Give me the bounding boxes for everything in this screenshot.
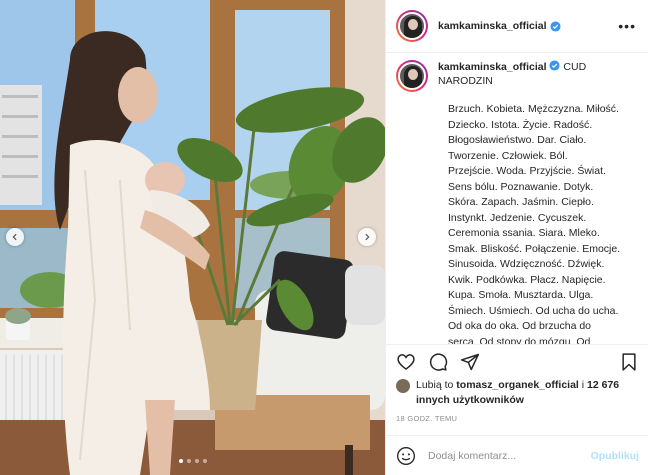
- avatar[interactable]: [396, 10, 428, 42]
- more-options-button[interactable]: •••: [616, 16, 638, 36]
- share-icon[interactable]: [460, 352, 480, 372]
- comment-bar: Opublikuj: [386, 435, 648, 475]
- action-bar: [386, 344, 648, 378]
- liker-avatar[interactable]: [396, 379, 410, 393]
- bookmark-icon[interactable]: [619, 352, 639, 372]
- likes-text: Lubią to tomasz_organek_official i 12 67…: [416, 378, 641, 408]
- next-photo-button[interactable]: [358, 228, 376, 246]
- photo-scene: [0, 0, 385, 475]
- post-timestamp[interactable]: 18 GODZ. TEMU: [396, 414, 457, 423]
- liker-username[interactable]: tomasz_organek_official: [456, 379, 579, 391]
- chevron-right-icon: [365, 233, 370, 241]
- post-side-panel: kamkaminska_official ••• kamkaminska_off…: [385, 0, 648, 475]
- heart-icon[interactable]: [396, 352, 416, 372]
- likes-prefix: Lubią to: [416, 379, 457, 391]
- verified-badge-icon: [549, 60, 561, 71]
- caption-section[interactable]: kamkaminska_official CUD NARODZIN Brzuch…: [386, 54, 648, 344]
- comment-input[interactable]: [428, 449, 568, 462]
- likes-summary[interactable]: Lubią to tomasz_organek_official i 12 67…: [396, 378, 641, 408]
- caption-body: Brzuch. Kobieta. Mężczyzna. Miłość. Dzie…: [448, 103, 621, 344]
- comment-icon[interactable]: [428, 352, 448, 372]
- post-photo[interactable]: [0, 0, 385, 475]
- post-header: kamkaminska_official •••: [386, 0, 648, 53]
- caption-header: kamkaminska_official CUD NARODZIN: [396, 60, 639, 92]
- caption-avatar[interactable]: [396, 60, 428, 92]
- carousel-dot: [202, 459, 207, 463]
- caption-username[interactable]: kamkaminska_official: [438, 61, 547, 73]
- likes-connector: i: [578, 379, 588, 391]
- publish-button[interactable]: Opublikuj: [591, 450, 639, 462]
- carousel-indicator: [0, 459, 385, 463]
- previous-photo-button[interactable]: [6, 228, 24, 246]
- author-username-text[interactable]: kamkaminska_official: [438, 20, 547, 32]
- carousel-dot: [194, 459, 199, 463]
- author-username[interactable]: kamkaminska_official: [438, 20, 561, 32]
- carousel-dot: [186, 459, 191, 463]
- emoji-icon[interactable]: [396, 446, 416, 466]
- chevron-left-icon: [12, 233, 17, 241]
- more-horizontal-icon: •••: [618, 18, 636, 34]
- carousel-dot: [178, 459, 183, 463]
- verified-badge-icon: [550, 20, 561, 32]
- caption-title-line: kamkaminska_official CUD NARODZIN: [438, 60, 628, 88]
